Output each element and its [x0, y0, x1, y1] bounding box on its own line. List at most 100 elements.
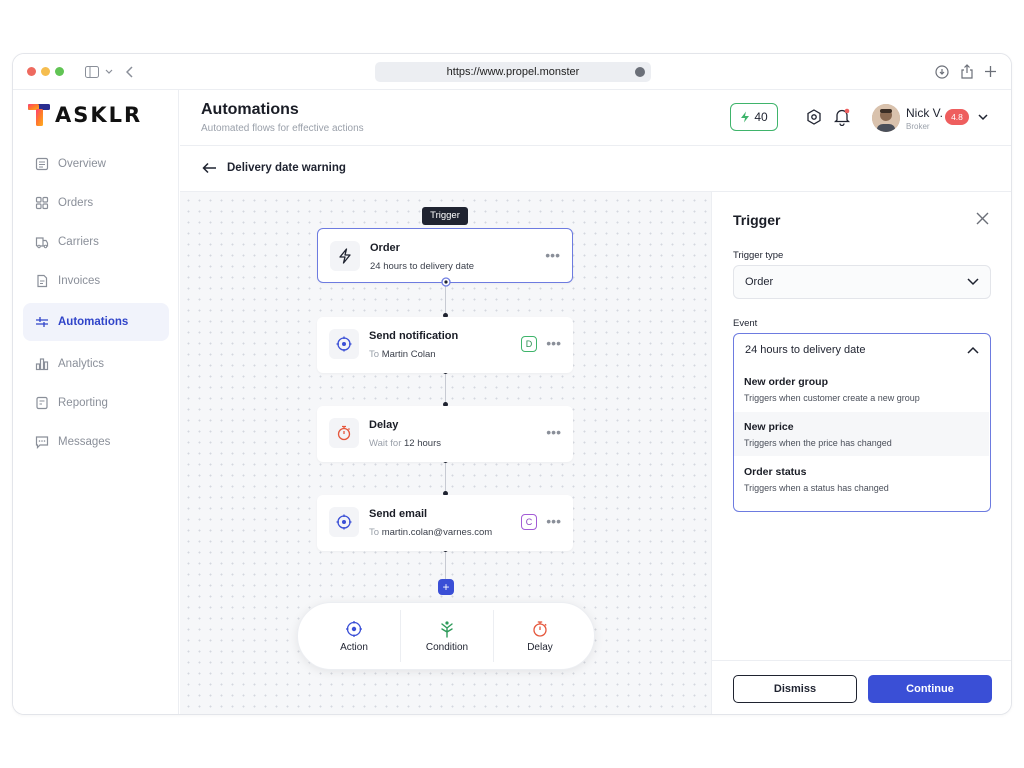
overview-icon: [35, 157, 49, 171]
sidebar-item-label: Invoices: [58, 275, 101, 287]
trigger-type-label: Trigger type: [733, 250, 784, 261]
node-subtitle-value: 12 hours: [404, 438, 441, 449]
close-window-button[interactable]: [27, 67, 36, 76]
page-header: Automations Automated flows for effectiv…: [180, 90, 1011, 146]
continue-button[interactable]: Continue: [868, 675, 992, 703]
trigger-node-order[interactable]: Order 24 hours to delivery date •••: [317, 228, 573, 287]
event-option[interactable]: Order status Triggers when a status has …: [734, 457, 989, 501]
action-icon: [346, 620, 362, 637]
chevron-up-icon: [967, 346, 979, 354]
palette-label: Condition: [425, 641, 469, 653]
browser-window: https://www.propel.monster ASKLR Overvie…: [12, 53, 1012, 715]
more-options-icon[interactable]: •••: [546, 513, 561, 529]
option-title: New price: [744, 421, 794, 433]
connector-line: [445, 282, 446, 316]
avatar[interactable]: [872, 104, 900, 132]
event-option[interactable]: New order group Triggers when customer c…: [734, 367, 989, 411]
panel-title: Trigger: [733, 212, 781, 228]
logo-icon: [28, 104, 50, 126]
sidebar-item-analytics[interactable]: Analytics: [23, 345, 169, 383]
sidebar-item-label: Overview: [58, 158, 106, 170]
channel-badge: C: [521, 514, 537, 530]
node-subtitle-prefix: Wait for: [369, 438, 402, 449]
delay-node[interactable]: Delay Wait for 12 hours •••: [317, 406, 573, 462]
node-title: Send email: [369, 508, 428, 520]
node-subtitle-value: 24 hours to delivery date: [370, 261, 475, 272]
trigger-panel: Trigger Trigger type Order Event 24 hour…: [711, 192, 1011, 714]
sidebar-item-label: Automations: [58, 316, 129, 328]
logo[interactable]: ASKLR: [27, 102, 142, 128]
palette-action-button[interactable]: Action: [308, 610, 400, 662]
sidebar-item-overview[interactable]: Overview: [23, 145, 169, 183]
sidebar-item-messages[interactable]: Messages: [23, 423, 169, 461]
back-icon[interactable]: [126, 66, 134, 78]
event-value: 24 hours to delivery date: [745, 344, 866, 356]
url-text: https://www.propel.monster: [446, 66, 580, 78]
address-bar[interactable]: https://www.propel.monster: [375, 62, 651, 82]
option-title: Order status: [744, 466, 807, 478]
chevron-down-icon[interactable]: [978, 114, 988, 121]
sidebar-item-orders[interactable]: Orders: [23, 184, 169, 222]
more-options-icon[interactable]: •••: [545, 247, 560, 263]
action-node-send-email[interactable]: Send email To martin.colan@varnes.com C …: [317, 495, 573, 551]
page-title: Automations: [201, 101, 299, 118]
output-port-icon[interactable]: [441, 277, 451, 287]
sidebar-toggle-icon[interactable]: [85, 66, 99, 78]
bell-icon[interactable]: [834, 108, 850, 126]
option-description: Triggers when the price has changed: [744, 438, 892, 448]
action-node-send-notification[interactable]: Send notification To Martin Colan D •••: [317, 317, 573, 373]
reporting-icon: [36, 396, 48, 410]
chevron-down-icon[interactable]: [105, 69, 113, 75]
stop-loading-icon[interactable]: [635, 67, 645, 77]
dismiss-button[interactable]: Dismiss: [733, 675, 857, 703]
event-select[interactable]: 24 hours to delivery date: [733, 333, 991, 367]
node-title: Order: [370, 242, 400, 254]
more-options-icon[interactable]: •••: [546, 424, 561, 440]
trigger-type-select[interactable]: Order: [733, 265, 991, 299]
browser-toolbar: https://www.propel.monster: [13, 54, 1011, 90]
flow-canvas[interactable]: Trigger Order 24 hours to delivery date …: [180, 192, 711, 714]
add-step-button[interactable]: +: [438, 579, 454, 595]
user-role: Broker: [906, 122, 930, 131]
orders-icon: [35, 196, 49, 210]
condition-icon: [441, 620, 453, 638]
palette-delay-button[interactable]: Delay: [494, 610, 586, 662]
option-description: Triggers when a status has changed: [744, 483, 889, 493]
zoom-window-button[interactable]: [55, 67, 64, 76]
event-option[interactable]: New price Triggers when the price has ch…: [734, 412, 989, 456]
more-options-icon[interactable]: •••: [546, 335, 561, 351]
event-label: Event: [733, 318, 758, 329]
sidebar-item-label: Carriers: [58, 236, 99, 248]
credits-badge[interactable]: 40: [730, 103, 778, 131]
node-icon: [329, 507, 359, 537]
step-palette: Action Condition Delay: [297, 602, 595, 670]
minimize-window-button[interactable]: [41, 67, 50, 76]
connector-line: [445, 374, 446, 404]
lightning-icon: [741, 111, 750, 123]
node-subtitle-prefix: To: [369, 349, 380, 360]
back-arrow-icon[interactable]: [202, 162, 217, 174]
download-icon[interactable]: [935, 65, 949, 79]
sidebar-item-label: Analytics: [58, 358, 105, 370]
node-icon: [329, 329, 359, 359]
invoices-icon: [37, 274, 48, 288]
avatar-image: [872, 104, 900, 132]
sidebar-item-label: Messages: [58, 436, 111, 448]
settings-icon[interactable]: [806, 109, 822, 125]
share-icon[interactable]: [960, 64, 974, 79]
close-icon[interactable]: [976, 212, 989, 225]
node-subtitle: 24 hours to delivery date: [370, 261, 474, 272]
palette-label: Action: [340, 641, 368, 653]
sidebar-item-reporting[interactable]: Reporting: [23, 384, 169, 422]
new-tab-icon[interactable]: [984, 65, 997, 78]
connector-line: [445, 552, 446, 580]
palette-condition-button[interactable]: Condition: [401, 610, 493, 662]
sidebar-item-label: Reporting: [58, 397, 108, 409]
node-subtitle-value: Martin Colan: [381, 349, 436, 360]
sidebar-item-invoices[interactable]: Invoices: [23, 262, 169, 300]
sidebar-item-carriers[interactable]: Carriers: [23, 223, 169, 261]
sidebar-item-automations[interactable]: Automations: [23, 303, 169, 341]
credits-count: 40: [754, 110, 768, 124]
node-icon: [329, 418, 359, 448]
channel-badge: D: [521, 336, 537, 352]
